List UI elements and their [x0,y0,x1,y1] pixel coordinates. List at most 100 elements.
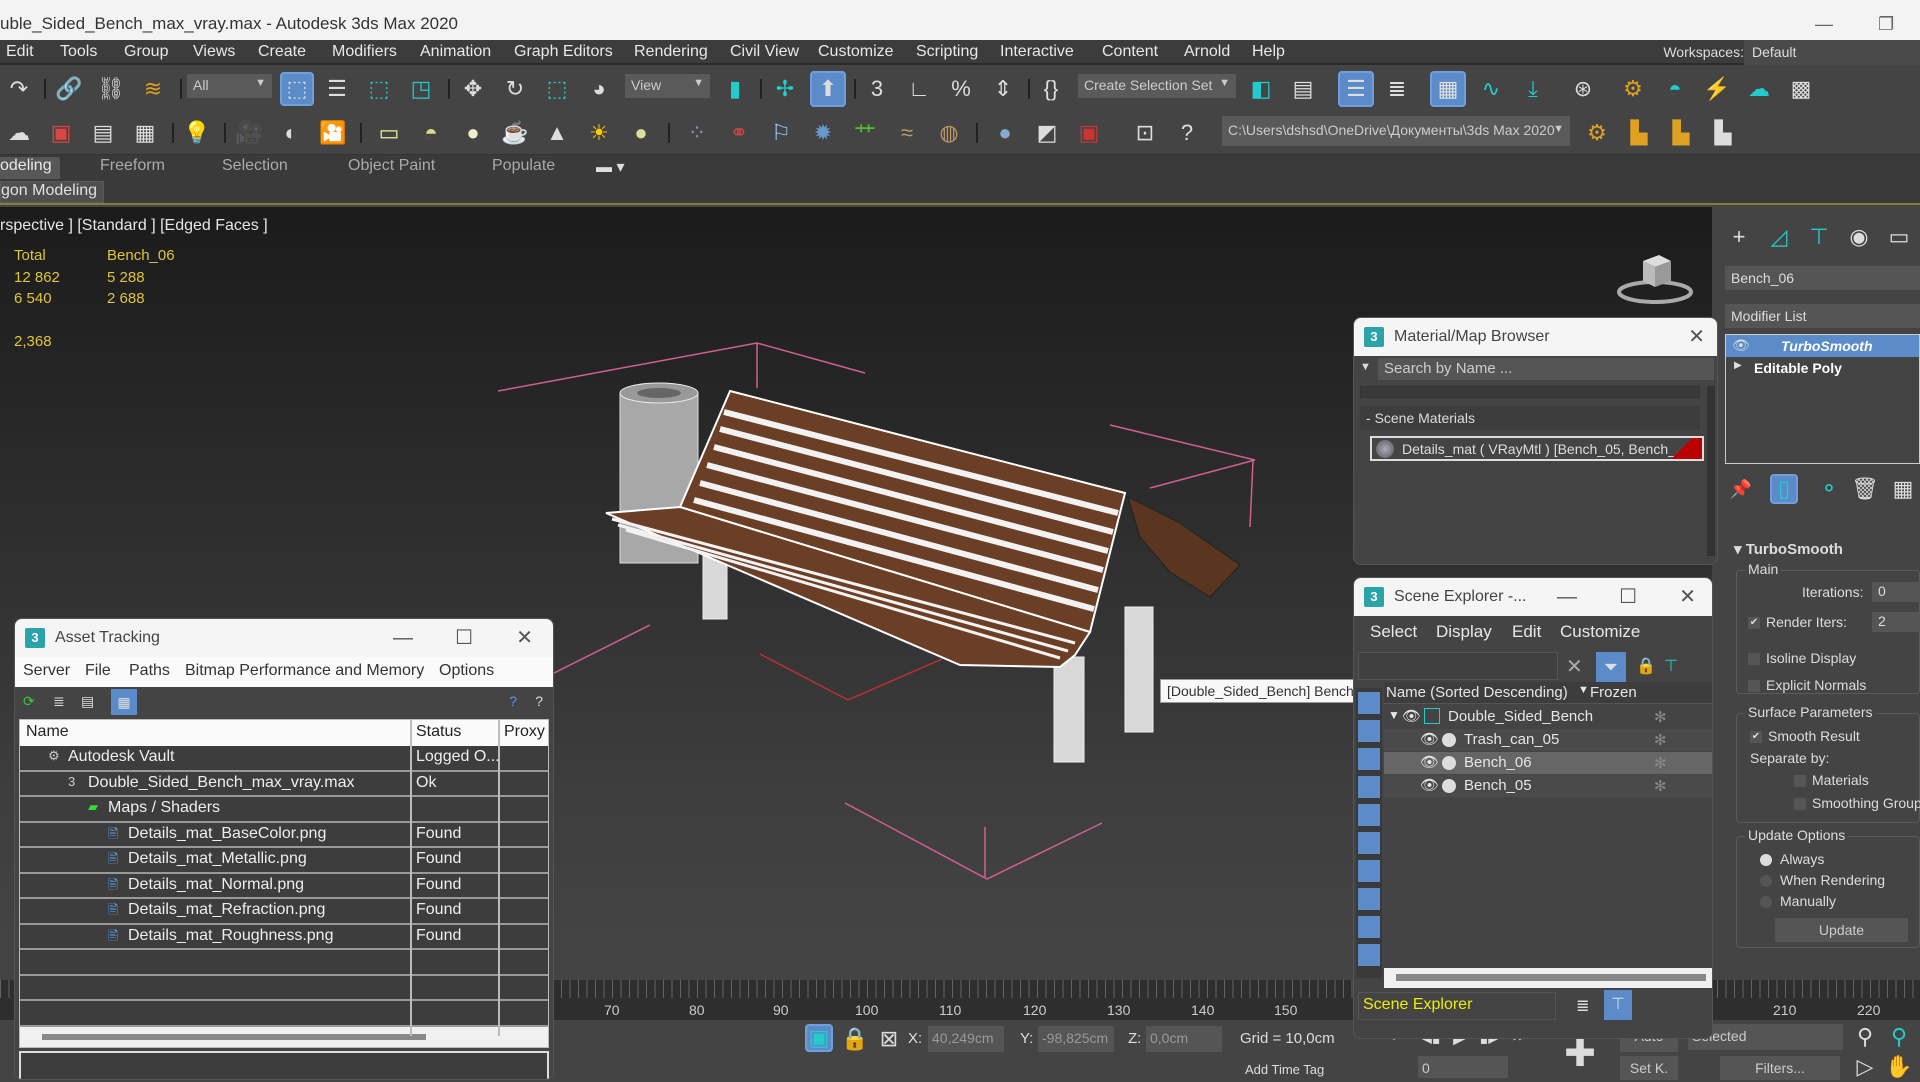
search-options-icon[interactable]: ▼ [1360,361,1371,373]
selection-filter-dropdown[interactable]: All ▼ [187,74,272,98]
tree-row-bench-05[interactable]: 👁 Bench_05 ✻ [1384,775,1712,797]
modifier-editable-poly[interactable]: ▶ Editable Poly [1726,357,1919,379]
eye-icon[interactable]: 👁 [1420,730,1439,752]
tree-row-double-sided-bench[interactable]: ▼ 👁 Double_Sided_Bench ✻ [1384,706,1712,728]
update-always-radio[interactable]: Always [1760,851,1824,867]
menu-tools[interactable]: Tools [60,43,97,61]
import-icon[interactable]: ⊡ [1130,118,1160,148]
ornatrix-icon[interactable]: ◍ [934,118,964,148]
radio-selected[interactable] [1760,854,1772,867]
update-manually-radio[interactable]: Manually [1760,893,1836,909]
lights-filter-icon[interactable] [1358,748,1380,770]
isoline-display-checkbox[interactable]: Isoline Display [1748,650,1856,666]
display-tab-icon[interactable]: ▭ [1884,222,1914,252]
select-object-icon[interactable]: ⬚ [280,72,314,106]
eye-icon[interactable]: 👁 [1732,337,1750,354]
containers-filter-icon[interactable] [1358,944,1380,966]
material-browser-titlebar[interactable]: 3 Material/Map Browser ✕ [1354,318,1717,356]
asset-path-field[interactable] [19,1051,549,1079]
close-icon[interactable]: ✕ [516,619,533,657]
unlink-icon[interactable]: ⛓ [96,74,126,104]
asset-table-row[interactable]: ▰ Maps / Shaders [20,797,548,823]
sphere-light-icon[interactable]: ● [458,118,488,148]
polygon-modeling-panel[interactable]: gon Modeling [0,181,105,203]
menu-interactive[interactable]: Interactive [1000,43,1074,61]
asset-table-row[interactable]: 🖹 Details_mat_BaseColor.png Found [20,823,548,848]
rectangular-selection-icon[interactable]: ⬚ [364,74,394,104]
set-key-button[interactable]: Set K. [1620,1056,1678,1080]
modify-tab-icon[interactable]: ◿ [1764,222,1794,252]
field-of-view-icon[interactable]: ▷ [1850,1052,1880,1082]
checkbox[interactable] [1794,775,1806,788]
separate-smoothing-groups-checkbox[interactable]: Smoothing Groups [1794,795,1920,811]
rendered-frame-window-icon[interactable]: ◓ [1660,74,1690,104]
sort-descending-icon[interactable]: ▼ [1578,684,1589,706]
spinner-snap-icon[interactable]: ⇕ [988,74,1018,104]
x-coordinate-field[interactable]: 40,249cm [928,1026,1004,1052]
menu-group[interactable]: Group [124,43,168,61]
eye-icon[interactable]: 👁 [1420,776,1439,798]
tab-modeling[interactable]: odeling [0,157,60,179]
molecule-icon[interactable]: ⚭ [724,118,754,148]
selection-lock-icon[interactable]: 🔒 [840,1024,870,1054]
camera-icon[interactable]: 🎥 [234,118,264,148]
zoom-icon[interactable]: ⚲ [1850,1022,1880,1052]
ribbon-options-icon[interactable]: ▬ ▾ [596,157,624,179]
checkbox[interactable] [1748,680,1760,693]
help-icon[interactable]: ? [535,693,543,709]
create-tab-icon[interactable]: + [1724,222,1754,252]
remove-modifier-icon[interactable]: 🗑 [1850,474,1880,504]
render-in-cloud-icon[interactable]: ☁ [1744,74,1774,104]
maximize-icon[interactable]: ☐ [455,619,473,657]
ribbon-toggle-icon[interactable]: ▦ [1430,71,1466,107]
minimize-icon[interactable]: — [1557,578,1577,616]
explicit-normals-checkbox[interactable]: Explicit Normals [1748,677,1866,693]
cameras-filter-icon[interactable] [1358,776,1380,798]
iterations-spinner[interactable]: 0 [1872,582,1920,602]
layers-panel-icon[interactable]: ▤ [88,118,118,148]
frozen-icon[interactable]: ✻ [1654,731,1667,753]
scene-explorer-titlebar[interactable]: 3 Scene Explorer -... — ☐ ✕ [1354,578,1712,616]
edit-named-selection-icon[interactable]: {} [1036,74,1066,104]
horizontal-scrollbar[interactable] [1384,968,1712,988]
vr-camera-icon[interactable]: 🎦 [318,118,348,148]
column-name-header[interactable]: Name [26,723,69,741]
tree-view-icon[interactable]: ▤ [81,693,94,710]
cloud-icon[interactable]: ☁ [4,118,34,148]
minimize-button[interactable]: — [1815,4,1833,44]
pivot-center-icon[interactable]: ▮ [720,74,750,104]
lock-icon[interactable]: 🔒 [1636,656,1656,676]
radio[interactable] [1760,875,1772,888]
select-by-name-icon[interactable]: ☰ [322,74,352,104]
pin-stack-icon[interactable]: 📌 [1726,474,1756,504]
column-name-header[interactable]: Name (Sorted Descending) [1386,684,1568,706]
layers-icon[interactable]: ≣ [1576,996,1589,1016]
zoom-all-icon[interactable]: ⚲ [1884,1022,1914,1052]
current-frame-field[interactable]: 0 [1418,1056,1508,1078]
schematic-view-icon[interactable]: ⤓ [1518,74,1548,104]
tree-row-trash-can[interactable]: 👁 Trash_can_05 ✻ [1384,729,1712,751]
frozen-icon[interactable]: ✻ [1654,754,1667,776]
close-icon[interactable]: ✕ [1688,318,1705,356]
asset-table-row[interactable]: 🖹 Details_mat_Roughness.png Found [20,925,548,950]
render-shortcuts-icon[interactable]: ▩ [1786,74,1816,104]
menu-animation[interactable]: Animation [420,43,491,61]
turbosmooth-rollout[interactable]: ▾ TurboSmooth [1734,540,1843,558]
space-warps-filter-icon[interactable] [1358,832,1380,854]
scene-explorer-toggle-icon[interactable]: ☰ [1338,71,1374,107]
se-menu-display[interactable]: Display [1436,622,1492,642]
motion-tab-icon[interactable]: ◉ [1844,222,1874,252]
clear-search-icon[interactable]: ✕ [1566,654,1583,679]
project-path-dropdown[interactable]: C:\Users\dshsd\OneDrive\Документы\3ds Ma… [1222,116,1570,146]
update-when-rendering-radio[interactable]: When Rendering [1760,872,1885,888]
add-time-tag-button[interactable]: Add Time Tag [1245,1062,1324,1077]
maximize-icon[interactable]: ☐ [1619,578,1637,616]
at-menu-file[interactable]: File [85,662,111,680]
align-icon[interactable]: ▤ [1288,74,1318,104]
y-coordinate-field[interactable]: -98,825cm [1038,1026,1114,1052]
tab-selection[interactable]: Selection [222,157,288,179]
se-menu-edit[interactable]: Edit [1512,622,1541,642]
checkbox[interactable] [1794,798,1806,811]
hair-farm-icon[interactable]: ≈ [892,118,922,148]
menu-scripting[interactable]: Scripting [916,43,978,61]
